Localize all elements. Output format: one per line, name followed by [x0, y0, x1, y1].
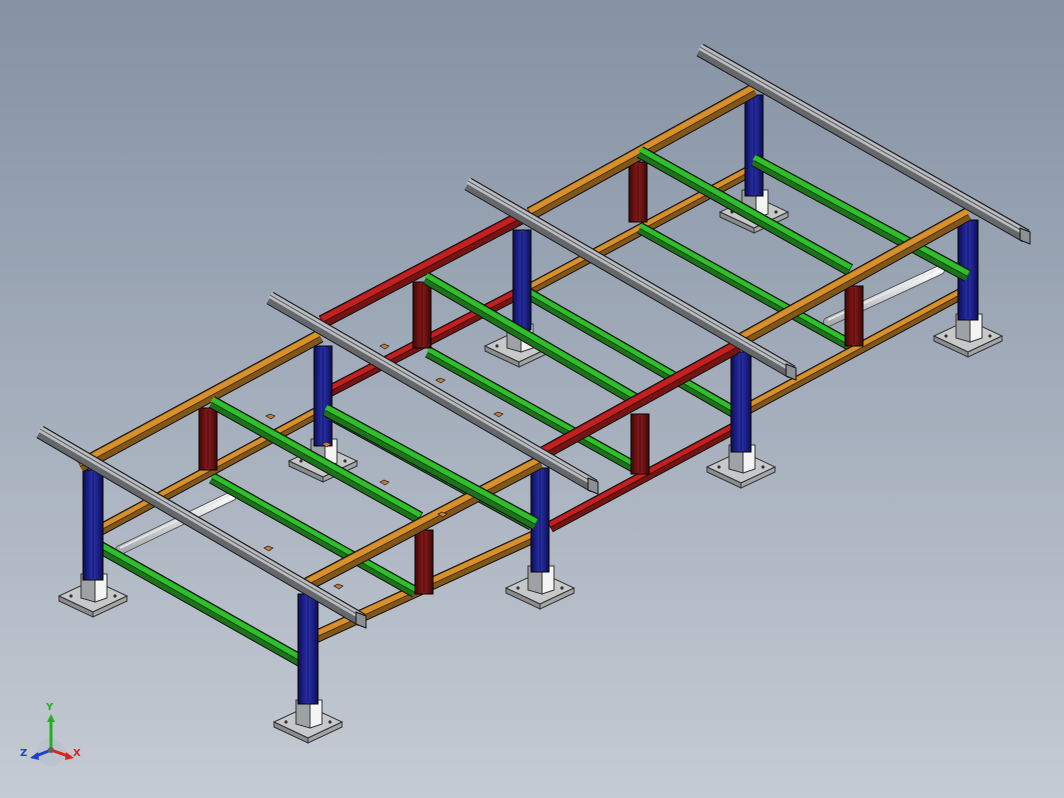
base-plate-2-bolt-b — [328, 720, 332, 724]
copper-tab-2 — [379, 343, 390, 350]
cad-3d-viewport[interactable]: Y X Z — [0, 0, 1064, 798]
lower-green-right-1 — [637, 222, 853, 351]
post-blue-1 — [82, 469, 104, 581]
post-darkred-3 — [412, 281, 432, 349]
base-plate-7-bolt-b — [774, 210, 778, 214]
copper-tab-6 — [379, 479, 390, 486]
base-plate-6-bolt-b — [761, 465, 765, 469]
lower-green-right-1-face — [638, 223, 852, 345]
post-darkred-2 — [414, 529, 434, 595]
base-plate-4-bolt-b — [343, 459, 347, 463]
post-blue-6 — [730, 351, 752, 453]
base-plate-1-bolt-b — [113, 594, 117, 598]
post-blue-7 — [744, 94, 764, 197]
post-blue-4 — [313, 345, 333, 447]
base-plate-8-bolt-b — [988, 334, 992, 338]
base-plate-1-bolt-a — [69, 594, 73, 598]
copper-tab-9 — [333, 583, 344, 590]
base-plate-2 — [272, 699, 344, 744]
post-darkred-6 — [844, 285, 864, 347]
base-plate-8-bolt-a — [944, 334, 948, 338]
base-plate-3-bolt-b — [560, 586, 564, 590]
copper-tab-1 — [265, 413, 276, 420]
post-darkred-5 — [628, 161, 648, 223]
post-darkred-1 — [198, 407, 218, 471]
triad-x-label: X — [73, 748, 81, 759]
base-plate-2-bolt-a — [284, 720, 288, 724]
base-plate-5-bolt-a — [495, 344, 499, 348]
copper-tab-3 — [435, 377, 446, 384]
base-plate-3-bolt-a — [516, 586, 520, 590]
base-plate-6-bolt-a — [717, 465, 721, 469]
view-orientation-triad[interactable]: Y X Z — [18, 700, 88, 770]
triad-y-label: Y — [46, 702, 54, 713]
post-blue-5 — [512, 229, 532, 331]
post-darkred-4 — [630, 413, 650, 475]
triad-z-label: Z — [20, 748, 28, 759]
copper-tab-4 — [493, 411, 504, 418]
copper-tab-8 — [263, 545, 274, 552]
post-blue-2 — [297, 593, 319, 705]
frame-assembly-model[interactable] — [0, 0, 1064, 798]
base-plate-4-bolt-a — [299, 459, 303, 463]
